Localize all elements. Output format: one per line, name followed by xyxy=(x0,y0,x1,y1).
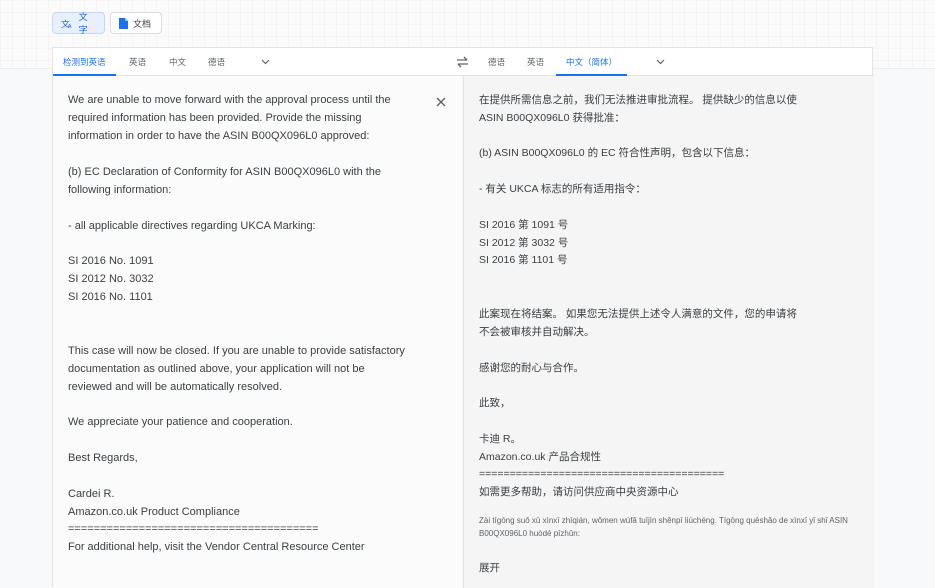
translation-line: ASIN B00QX096L0 获得批准： xyxy=(479,112,625,124)
documents-mode-button[interactable]: 文档 xyxy=(110,12,162,34)
translator-panel: 检测到英语 英语 中文 德语 德语 英语 中文（简体） We are unabl… xyxy=(52,47,874,588)
source-line: reviewed and will be automatically resol… xyxy=(68,381,282,393)
source-line: ======================================= xyxy=(68,523,319,535)
source-line: following information: xyxy=(68,184,172,196)
tab-target-chinese-simplified[interactable]: 中文（简体） xyxy=(555,48,628,76)
source-line: We are unable to move forward with the a… xyxy=(68,94,391,106)
translation-line: SI 2016 第 1101 号 xyxy=(479,254,568,266)
translation-line: 感谢您的耐心与合作。 xyxy=(479,362,584,374)
source-line: Best Regards, xyxy=(68,452,138,464)
tab-target-english[interactable]: 英语 xyxy=(527,48,544,75)
source-line: (b) EC Declaration of Conformity for ASI… xyxy=(68,166,382,178)
source-line: required information has been provided. … xyxy=(68,112,362,124)
source-line: We appreciate your patience and cooperat… xyxy=(68,416,293,428)
documents-mode-label: 文档 xyxy=(133,18,152,29)
expand-link[interactable]: 展开 xyxy=(479,559,500,577)
source-line: SI 2012 No. 3032 xyxy=(68,273,154,285)
text-mode-label: 文字 xyxy=(78,12,88,35)
svg-text:A: A xyxy=(68,23,72,28)
translation-line: Amazon.co.uk 产品合规性 xyxy=(479,451,601,463)
translation-line: ======================================== xyxy=(479,468,725,480)
source-line: This case will now be closed. If you are… xyxy=(68,345,405,357)
close-icon[interactable] xyxy=(435,96,447,108)
translation-line: 卡迪 R。 xyxy=(479,433,521,445)
text-mode-button[interactable]: 文 A 文字 xyxy=(52,12,105,35)
translation-line: 不会被审核并自动解决。 xyxy=(479,326,595,338)
source-line: Amazon.co.uk Product Compliance xyxy=(68,506,240,518)
tab-source-english[interactable]: 英语 xyxy=(129,48,146,75)
source-line: - all applicable directives regarding UK… xyxy=(68,220,316,232)
swap-icon[interactable] xyxy=(456,56,469,68)
tab-target-german[interactable]: 德语 xyxy=(488,48,505,75)
tab-source-chinese[interactable]: 中文 xyxy=(169,48,186,75)
translation-line: - 有关 UKCA 标志的所有适用指令： xyxy=(479,183,646,195)
romanization-text: Zài tígōng suǒ xū xìnxī zhīqián, wǒmen w… xyxy=(479,516,848,538)
target-chevron-down-icon[interactable] xyxy=(655,56,666,67)
translation-line: 此案现在将结案。 如果您无法提供上述令人满意的文件，您的申请将 xyxy=(479,308,797,320)
translation-output: 在提供所需信息之前，我们无法推进审批流程。 提供缺少的信息以使 ASIN B00… xyxy=(464,76,874,588)
tab-source-german[interactable]: 德语 xyxy=(208,48,225,75)
translation-line: SI 2016 第 1091 号 xyxy=(479,219,569,231)
document-icon xyxy=(119,17,128,29)
source-line: For additional help, visit the Vendor Ce… xyxy=(68,541,365,553)
source-line: documentation as outlined above, your ap… xyxy=(68,363,365,375)
source-line: information in order to have the ASIN B0… xyxy=(68,130,370,142)
tab-detect-language[interactable]: 检测到英语 xyxy=(53,48,115,76)
source-line: SI 2016 No. 1091 xyxy=(68,255,154,267)
translate-icon: 文 A xyxy=(61,18,72,29)
source-line: SI 2016 No. 1101 xyxy=(68,291,153,303)
source-chevron-down-icon[interactable] xyxy=(260,56,271,67)
translation-line: SI 2012 第 3032 号 xyxy=(479,237,569,249)
translation-line: 如需更多帮助，请访问供应商中央资源中心 xyxy=(479,486,679,498)
translation-line: 此致， xyxy=(479,397,511,409)
source-text-area[interactable]: We are unable to move forward with the a… xyxy=(53,76,463,588)
language-bar: 检测到英语 英语 中文 德语 德语 英语 中文（简体） xyxy=(53,48,874,76)
translation-line: (b) ASIN B00QX096L0 的 EC 符合性声明，包含以下信息： xyxy=(479,147,755,159)
translation-line: 在提供所需信息之前，我们无法推进审批流程。 提供缺少的信息以使 xyxy=(479,94,797,106)
source-line: Cardei R. xyxy=(68,488,115,500)
